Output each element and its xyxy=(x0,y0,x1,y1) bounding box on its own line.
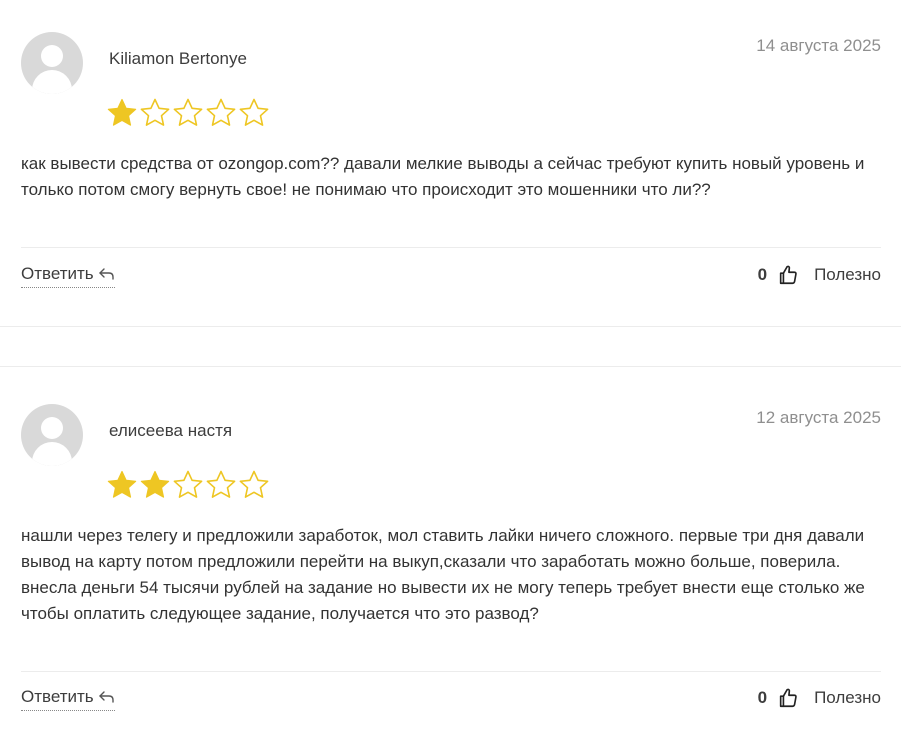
review-author: Kiliamon Bertonye xyxy=(109,49,247,68)
section-divider xyxy=(0,326,901,327)
divider xyxy=(21,247,881,248)
star-rating xyxy=(106,97,270,129)
review-text: как вывести средства от ozongop.com?? да… xyxy=(21,154,865,199)
star-empty-icon xyxy=(206,470,236,498)
review-author: елисеева настя xyxy=(109,421,233,440)
star-filled-icon xyxy=(140,470,170,498)
star-empty-icon xyxy=(239,470,269,498)
divider xyxy=(21,671,881,672)
user-placeholder-icon-body xyxy=(32,442,72,466)
review-card: Kiliamon Bertonye 14 августа 2025 как вы… xyxy=(0,0,901,326)
user-placeholder-icon-head xyxy=(41,417,63,439)
helpful-button[interactable]: Полезно xyxy=(814,265,881,285)
star-rating xyxy=(106,469,270,501)
star-empty-icon xyxy=(173,98,203,126)
section-divider xyxy=(0,366,901,367)
avatar xyxy=(21,32,83,94)
helpful-button[interactable]: Полезно xyxy=(814,688,881,708)
star-empty-icon xyxy=(173,470,203,498)
user-placeholder-icon-body xyxy=(32,70,72,94)
helpful-widget: 0 Полезно xyxy=(758,264,881,286)
reply-button[interactable]: Ответить xyxy=(21,264,115,288)
helpful-count: 0 xyxy=(757,265,768,284)
star-filled-icon xyxy=(107,470,137,498)
user-placeholder-icon-head xyxy=(41,45,63,67)
thumbs-up-icon[interactable] xyxy=(777,264,799,286)
reply-label: Ответить xyxy=(21,687,94,706)
review-date: 12 августа 2025 xyxy=(756,408,881,427)
reply-button[interactable]: Ответить xyxy=(21,687,115,711)
star-empty-icon xyxy=(239,98,269,126)
reply-label: Ответить xyxy=(21,264,94,283)
helpful-count: 0 xyxy=(757,688,768,707)
review-card: елисеева настя 12 августа 2025 нашли чер… xyxy=(0,372,901,742)
star-filled-icon xyxy=(107,98,137,126)
thumbs-up-icon[interactable] xyxy=(777,687,799,709)
star-empty-icon xyxy=(206,98,236,126)
reply-arrow-icon xyxy=(98,691,114,703)
review-date: 14 августа 2025 xyxy=(756,36,881,55)
review-text: нашли через телегу и предложили заработо… xyxy=(21,526,865,623)
reply-arrow-icon xyxy=(98,268,114,280)
helpful-widget: 0 Полезно xyxy=(758,687,881,709)
avatar xyxy=(21,404,83,466)
star-empty-icon xyxy=(140,98,170,126)
